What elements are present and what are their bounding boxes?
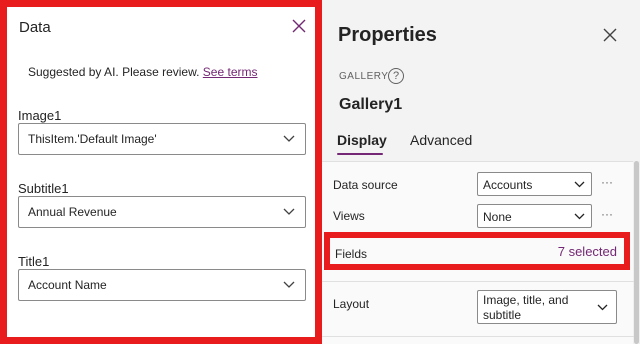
- chevron-down-icon: [283, 281, 295, 288]
- chevron-down-icon: [574, 213, 585, 220]
- subtitle1-dropdown[interactable]: Annual Revenue: [18, 196, 306, 228]
- views-label: Views: [333, 209, 365, 223]
- title1-label: Title1: [18, 254, 50, 269]
- data-source-dropdown[interactable]: Accounts: [477, 172, 592, 196]
- more-options-icon[interactable]: ···: [601, 175, 613, 189]
- image1-dropdown[interactable]: ThisItem.'Default Image': [18, 123, 306, 155]
- section-divider: [322, 281, 634, 282]
- chevron-down-icon: [283, 208, 295, 215]
- views-dropdown[interactable]: None: [477, 204, 592, 228]
- scrollbar-thumb[interactable]: [634, 161, 639, 344]
- control-name: Gallery1: [339, 96, 403, 113]
- data-panel: Data Suggested by AI. Please review. See…: [0, 0, 322, 344]
- control-type-label: GALLERY: [339, 71, 389, 82]
- layout-dropdown[interactable]: Image, title, and subtitle: [477, 290, 617, 324]
- fields-label: Fields: [335, 247, 368, 261]
- more-options-icon[interactable]: ···: [601, 207, 613, 221]
- tab-display[interactable]: Display: [337, 132, 387, 148]
- help-icon[interactable]: ?: [388, 68, 404, 84]
- views-value: None: [483, 210, 512, 224]
- chevron-down-icon: [574, 181, 585, 188]
- chevron-down-icon: [597, 304, 608, 311]
- app-root: Data Suggested by AI. Please review. See…: [0, 0, 640, 344]
- image1-label: Image1: [18, 108, 62, 123]
- data-panel-title: Data: [19, 19, 51, 36]
- section-divider: [322, 336, 634, 337]
- chevron-down-icon: [283, 135, 295, 142]
- ai-note-text: Suggested by AI. Please review.: [28, 65, 200, 79]
- close-icon[interactable]: [602, 27, 618, 43]
- tab-advanced[interactable]: Advanced: [410, 132, 472, 148]
- layout-label: Layout: [333, 297, 370, 311]
- layout-value: Image, title, and subtitle: [483, 293, 569, 322]
- title1-value: Account Name: [28, 278, 107, 292]
- subtitle1-label: Subtitle1: [18, 181, 69, 196]
- selected-tab-indicator: [337, 153, 383, 155]
- see-terms-link[interactable]: See terms: [203, 65, 258, 79]
- data-source-label: Data source: [333, 178, 398, 192]
- subtitle1-value: Annual Revenue: [28, 205, 117, 219]
- title1-dropdown[interactable]: Account Name: [18, 269, 306, 301]
- data-source-value: Accounts: [483, 178, 533, 192]
- image1-value: ThisItem.'Default Image': [28, 132, 157, 146]
- properties-title: Properties: [338, 24, 437, 46]
- ai-suggestion-note: Suggested by AI. Please review. See term…: [28, 65, 257, 79]
- fields-row[interactable]: Fields 7 selected: [324, 232, 630, 270]
- close-icon[interactable]: [290, 17, 308, 35]
- scrollbar[interactable]: [633, 161, 640, 344]
- properties-panel: Properties GALLERY ? Gallery1 Display Ad…: [322, 0, 640, 344]
- fields-selected-count[interactable]: 7 selected: [558, 244, 617, 259]
